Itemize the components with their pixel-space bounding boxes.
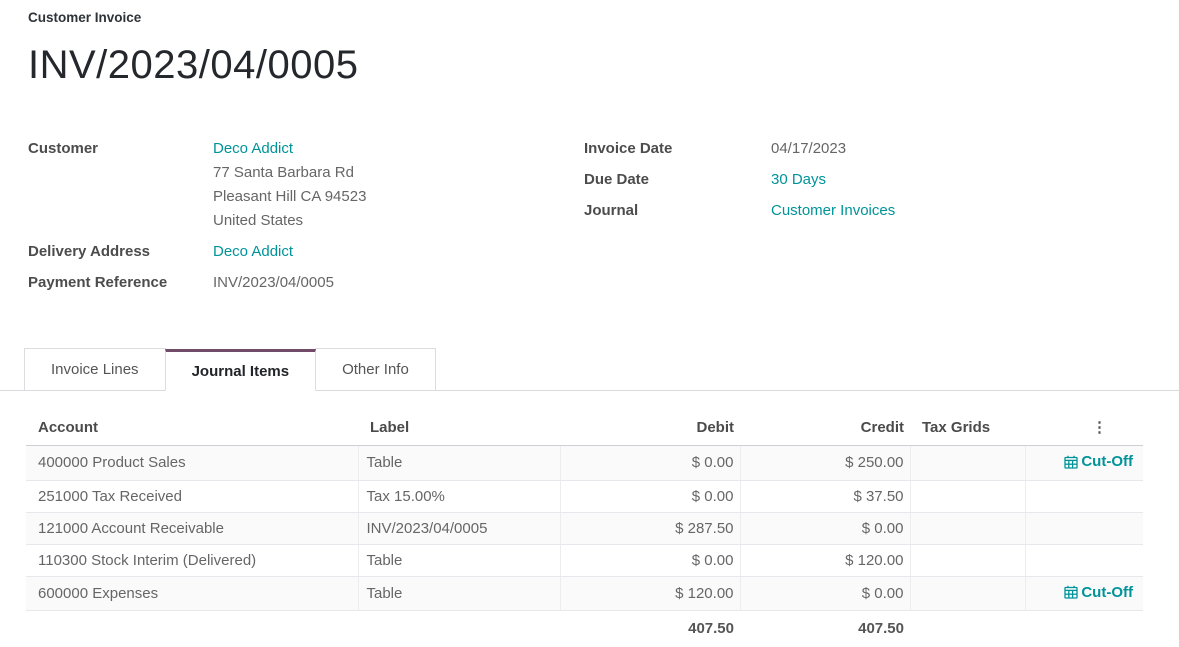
cell-tax-grids[interactable] — [910, 480, 1025, 512]
tab-other-info[interactable]: Other Info — [315, 348, 436, 390]
cell-tax-grids[interactable] — [910, 544, 1025, 576]
payment-reference-value[interactable]: INV/2023/04/0005 — [213, 271, 334, 295]
fields-right-column: Invoice Date 04/17/2023 Due Date 30 Days… — [584, 137, 1144, 302]
due-date-link[interactable]: 30 Days — [771, 171, 826, 188]
invoice-fields: Customer Deco Addict 77 Santa Barbara Rd… — [0, 137, 1179, 302]
totals-row: 407.50 407.50 — [26, 611, 1143, 638]
due-date-label: Due Date — [584, 168, 771, 192]
notebook-tabs: Invoice Lines Journal Items Other Info — [0, 348, 1179, 391]
cell-account[interactable]: 600000 Expenses — [26, 576, 358, 611]
cutoff-button[interactable]: Cut-Off — [1064, 453, 1133, 470]
customer-address-line: United States — [213, 209, 366, 233]
cell-credit[interactable]: $ 37.50 — [740, 480, 910, 512]
cell-credit[interactable]: $ 250.00 — [740, 446, 910, 481]
column-header-label[interactable]: Label — [358, 411, 560, 446]
journal-label: Journal — [584, 199, 771, 223]
calendar-icon — [1064, 455, 1078, 469]
column-header-debit[interactable]: Debit — [560, 411, 740, 446]
cell-credit[interactable]: $ 0.00 — [740, 512, 910, 544]
cutoff-label: Cut-Off — [1081, 453, 1133, 470]
column-header-credit[interactable]: Credit — [740, 411, 910, 446]
invoice-date-value[interactable]: 04/17/2023 — [771, 137, 846, 161]
cell-tax-grids[interactable] — [910, 446, 1025, 481]
calendar-icon — [1064, 585, 1078, 599]
cell-tax-grids[interactable] — [910, 576, 1025, 611]
cell-account[interactable]: 110300 Stock Interim (Delivered) — [26, 544, 358, 576]
cell-cutoff — [1025, 512, 1143, 544]
invoice-date-label: Invoice Date — [584, 137, 771, 161]
field-payment-reference: Payment Reference INV/2023/04/0005 — [28, 271, 584, 295]
cell-credit[interactable]: $ 0.00 — [740, 576, 910, 611]
cell-account[interactable]: 400000 Product Sales — [26, 446, 358, 481]
column-header-account[interactable]: Account — [26, 411, 358, 446]
customer-label: Customer — [28, 137, 213, 161]
field-journal: Journal Customer Invoices — [584, 199, 1144, 223]
cell-debit[interactable]: $ 0.00 — [560, 446, 740, 481]
tab-journal-items[interactable]: Journal Items — [165, 349, 317, 391]
field-invoice-date: Invoice Date 04/17/2023 — [584, 137, 1144, 161]
cell-label[interactable]: Tax 15.00% — [358, 480, 560, 512]
field-delivery-address: Delivery Address Deco Addict — [28, 240, 584, 264]
delivery-address-label: Delivery Address — [28, 240, 213, 264]
cutoff-button[interactable]: Cut-Off — [1064, 584, 1133, 601]
cell-cutoff[interactable]: Cut-Off — [1025, 446, 1143, 481]
fields-left-column: Customer Deco Addict 77 Santa Barbara Rd… — [28, 137, 584, 302]
kebab-vertical-icon[interactable]: ⋮ — [1092, 421, 1107, 435]
table-row[interactable]: 251000 Tax ReceivedTax 15.00%$ 0.00$ 37.… — [26, 480, 1143, 512]
customer-link[interactable]: Deco Addict — [213, 140, 293, 157]
invoice-header: Customer Invoice INV/2023/04/0005 — [0, 0, 1179, 85]
field-due-date: Due Date 30 Days — [584, 168, 1144, 192]
cell-cutoff — [1025, 480, 1143, 512]
cell-cutoff[interactable]: Cut-Off — [1025, 576, 1143, 611]
cell-cutoff — [1025, 544, 1143, 576]
total-debit: 407.50 — [560, 611, 740, 638]
field-customer: Customer Deco Addict 77 Santa Barbara Rd… — [28, 137, 584, 233]
journal-items-table: Account Label Debit Credit Tax Grids ⋮ 4… — [26, 411, 1143, 637]
table-row[interactable]: 110300 Stock Interim (Delivered)Table$ 0… — [26, 544, 1143, 576]
doc-type-label: Customer Invoice — [28, 10, 1179, 25]
cell-debit[interactable]: $ 120.00 — [560, 576, 740, 611]
cell-credit[interactable]: $ 120.00 — [740, 544, 910, 576]
cell-label[interactable]: INV/2023/04/0005 — [358, 512, 560, 544]
cell-account[interactable]: 121000 Account Receivable — [26, 512, 358, 544]
cutoff-label: Cut-Off — [1081, 584, 1133, 601]
cell-debit[interactable]: $ 0.00 — [560, 544, 740, 576]
cell-debit[interactable]: $ 0.00 — [560, 480, 740, 512]
table-header-row: Account Label Debit Credit Tax Grids ⋮ — [26, 411, 1143, 446]
customer-address-line: Pleasant Hill CA 94523 — [213, 185, 366, 209]
cell-label[interactable]: Table — [358, 576, 560, 611]
table-row[interactable]: 400000 Product SalesTable$ 0.00$ 250.00 … — [26, 446, 1143, 481]
customer-value-block: Deco Addict 77 Santa Barbara Rd Pleasant… — [213, 137, 366, 233]
cell-debit[interactable]: $ 287.50 — [560, 512, 740, 544]
column-header-tax-grids[interactable]: Tax Grids — [910, 411, 1025, 446]
total-credit: 407.50 — [740, 611, 910, 638]
journal-items-body: 400000 Product SalesTable$ 0.00$ 250.00 … — [26, 446, 1143, 611]
tab-invoice-lines[interactable]: Invoice Lines — [24, 348, 166, 390]
customer-address-line: 77 Santa Barbara Rd — [213, 161, 366, 185]
delivery-address-link[interactable]: Deco Addict — [213, 243, 293, 260]
cell-tax-grids[interactable] — [910, 512, 1025, 544]
cell-label[interactable]: Table — [358, 446, 560, 481]
payment-reference-label: Payment Reference — [28, 271, 213, 295]
table-row[interactable]: 121000 Account ReceivableINV/2023/04/000… — [26, 512, 1143, 544]
cell-label[interactable]: Table — [358, 544, 560, 576]
page-title: INV/2023/04/0005 — [28, 45, 1179, 85]
table-row[interactable]: 600000 ExpensesTable$ 120.00$ 0.00 Cut-O… — [26, 576, 1143, 611]
journal-link[interactable]: Customer Invoices — [771, 202, 895, 219]
cell-account[interactable]: 251000 Tax Received — [26, 480, 358, 512]
